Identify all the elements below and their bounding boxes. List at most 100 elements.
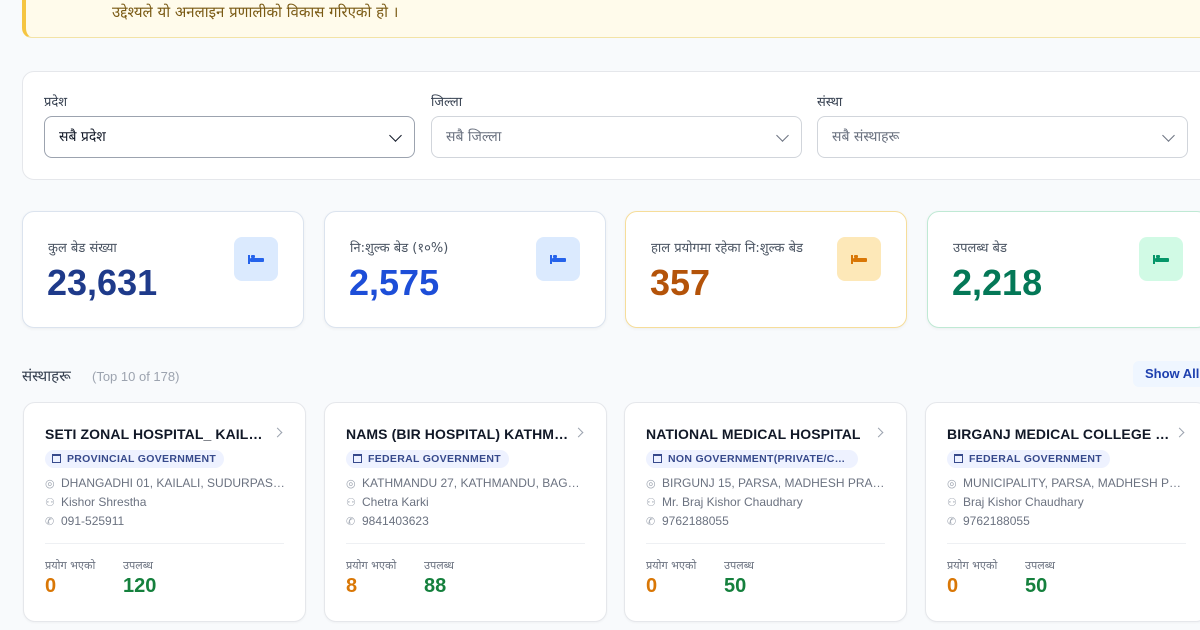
- user-icon: ⚇: [947, 497, 957, 509]
- available-count: 88: [424, 575, 447, 597]
- district-filter: जिल्ला सबै जिल्ला: [431, 92, 802, 158]
- hospital-type-badge: NON GOVERNMENT(PRIVATE/COMMUNITY): [646, 450, 858, 468]
- bed-icon: [536, 237, 580, 281]
- hospital-address: ◎DHANGADHI 01, KAILALI, SUDURPASHCHIM: [45, 476, 285, 490]
- district-label: जिल्ला: [431, 95, 463, 110]
- hospital-address: ◎ KATHMANDU 27, KATHMANDU, BAGMATI: [346, 476, 586, 490]
- used-label: प्रयोग भएको: [45, 559, 96, 572]
- hospital-phone: ✆ 9762188055: [646, 514, 729, 528]
- hospital-contact: ⚇ Kishor Shrestha: [45, 495, 147, 509]
- bed-icon: [837, 237, 881, 281]
- province-label: प्रदेश: [44, 95, 68, 110]
- stat-label: नि:शुल्क बेड (१०%): [350, 241, 449, 256]
- used-label: प्रयोग भएको: [947, 559, 998, 572]
- stat-label: उपलब्ध बेड: [953, 241, 1007, 256]
- chevron-right-icon: [272, 427, 283, 438]
- stat-value: 23,631: [47, 262, 158, 303]
- available-count: 50: [1025, 575, 1048, 597]
- stat-label: हाल प्रयोगमा रहेका नि:शुल्क बेड: [651, 241, 803, 256]
- hospital-card[interactable]: BIRGANJ MEDICAL COLLEGE HOSPITAL FEDERAL…: [925, 402, 1200, 622]
- chevron-down-icon: [389, 129, 402, 142]
- hospital-card[interactable]: SETI ZONAL HOSPITAL_ KAILALI PROVINCIAL …: [23, 402, 306, 622]
- used-label: प्रयोग भएको: [646, 559, 697, 572]
- hospital-contact: ⚇ Mr. Braj Kishor Chaudhary: [646, 495, 803, 509]
- hospital-contact: ⚇ Chetra Karki: [346, 495, 429, 509]
- show-all-button[interactable]: Show All: [1133, 361, 1200, 387]
- stat-label: कुल बेड संख्या: [48, 241, 117, 256]
- stat-value: 2,218: [952, 262, 1043, 303]
- used-count: 0: [646, 575, 658, 597]
- card-divider: [346, 543, 585, 544]
- hospital-card[interactable]: NATIONAL MEDICAL HOSPITAL NON GOVERNMENT…: [624, 402, 907, 622]
- institutions-title: संस्थाहरू: [22, 367, 71, 385]
- hospital-type-badge: PROVINCIAL GOVERNMENT: [45, 450, 225, 468]
- building-icon: [52, 454, 61, 463]
- phone-icon: ✆: [947, 516, 957, 528]
- hospital-address: ◎MUNICIPALITY, PARSA, MADHESH PRADESH: [947, 476, 1187, 490]
- hospital-type-badge: FEDERAL GOVERNMENT: [346, 450, 509, 468]
- chevron-right-icon: [873, 427, 884, 438]
- province-select[interactable]: सबै प्रदेश: [44, 116, 415, 158]
- info-banner: उद्देश्यले यो अनलाइन प्रणालीको विकास गरि…: [22, 0, 1200, 38]
- location-icon: ◎: [45, 478, 55, 490]
- bed-available-icon: [1139, 237, 1183, 281]
- hospital-name: NAMS (BIR HOSPITAL) KATHMANDU: [346, 426, 571, 442]
- stat-total-beds: कुल बेड संख्या 23,631: [22, 211, 304, 328]
- hospital-type-badge: FEDERAL GOVERNMENT: [947, 450, 1110, 468]
- stat-available-beds: उपलब्ध बेड 2,218: [927, 211, 1200, 328]
- institution-select[interactable]: सबै संस्थाहरू: [817, 116, 1188, 158]
- hospital-card[interactable]: NAMS (BIR HOSPITAL) KATHMANDU FEDERAL GO…: [324, 402, 607, 622]
- building-icon: [653, 454, 662, 463]
- card-divider: [646, 543, 885, 544]
- hospital-contact: ⚇ Braj Kishor Chaudhary: [947, 495, 1084, 509]
- hospital-phone: ✆ 9762188055: [947, 514, 1030, 528]
- chevron-right-icon: [1174, 427, 1185, 438]
- stat-free-beds: नि:शुल्क बेड (१०%) 2,575: [324, 211, 606, 328]
- used-label: प्रयोग भएको: [346, 559, 397, 572]
- filter-panel: प्रदेश सबै प्रदेश जिल्ला सबै जिल्ला संस्…: [22, 71, 1200, 180]
- stat-free-beds-in-use: हाल प्रयोगमा रहेका नि:शुल्क बेड 357: [625, 211, 907, 328]
- available-label: उपलब्ध: [724, 559, 754, 572]
- available-label: उपलब्ध: [123, 559, 153, 572]
- stat-value: 2,575: [349, 262, 440, 303]
- hospital-name: SETI ZONAL HOSPITAL_ KAILALI: [45, 426, 270, 442]
- hospital-phone: ✆ 9841403623: [346, 514, 429, 528]
- available-count: 120: [123, 575, 157, 597]
- hospital-phone: ✆ 091-525911: [45, 514, 125, 528]
- used-count: 8: [346, 575, 358, 597]
- institutions-count: (Top 10 of 178): [92, 369, 180, 384]
- phone-icon: ✆: [346, 516, 356, 528]
- bed-icon: [234, 237, 278, 281]
- hospital-name: NATIONAL MEDICAL HOSPITAL: [646, 426, 861, 442]
- location-icon: ◎: [646, 478, 656, 490]
- building-icon: [353, 454, 362, 463]
- user-icon: ⚇: [346, 497, 356, 509]
- province-select-value: सबै प्रदेश: [59, 129, 106, 145]
- phone-icon: ✆: [45, 516, 55, 528]
- card-divider: [947, 543, 1186, 544]
- location-icon: ◎: [346, 478, 356, 490]
- used-count: 0: [45, 575, 57, 597]
- location-icon: ◎: [947, 478, 957, 490]
- card-divider: [45, 543, 284, 544]
- district-select-placeholder: सबै जिल्ला: [446, 129, 502, 145]
- chevron-down-icon: [1162, 129, 1175, 142]
- available-count: 50: [724, 575, 747, 597]
- hospital-address: ◎ BIRGUNJ 15, PARSA, MADHESH PRADESH: [646, 476, 886, 490]
- institution-label: संस्था: [817, 95, 843, 110]
- available-label: उपलब्ध: [1025, 559, 1055, 572]
- banner-text: उद्देश्यले यो अनलाइन प्रणालीको विकास गरि…: [112, 3, 399, 21]
- chevron-right-icon: [573, 427, 584, 438]
- province-filter: प्रदेश सबै प्रदेश: [44, 92, 415, 158]
- building-icon: [954, 454, 963, 463]
- institution-select-placeholder: सबै संस्थाहरू: [832, 129, 900, 145]
- district-select[interactable]: सबै जिल्ला: [431, 116, 802, 158]
- available-label: उपलब्ध: [424, 559, 454, 572]
- stat-value: 357: [650, 262, 711, 303]
- hospital-name: BIRGANJ MEDICAL COLLEGE HOSPITAL: [947, 426, 1172, 442]
- chevron-down-icon: [776, 129, 789, 142]
- user-icon: ⚇: [45, 497, 55, 509]
- user-icon: ⚇: [646, 497, 656, 509]
- institution-filter: संस्था सबै संस्थाहरू: [817, 92, 1188, 158]
- phone-icon: ✆: [646, 516, 656, 528]
